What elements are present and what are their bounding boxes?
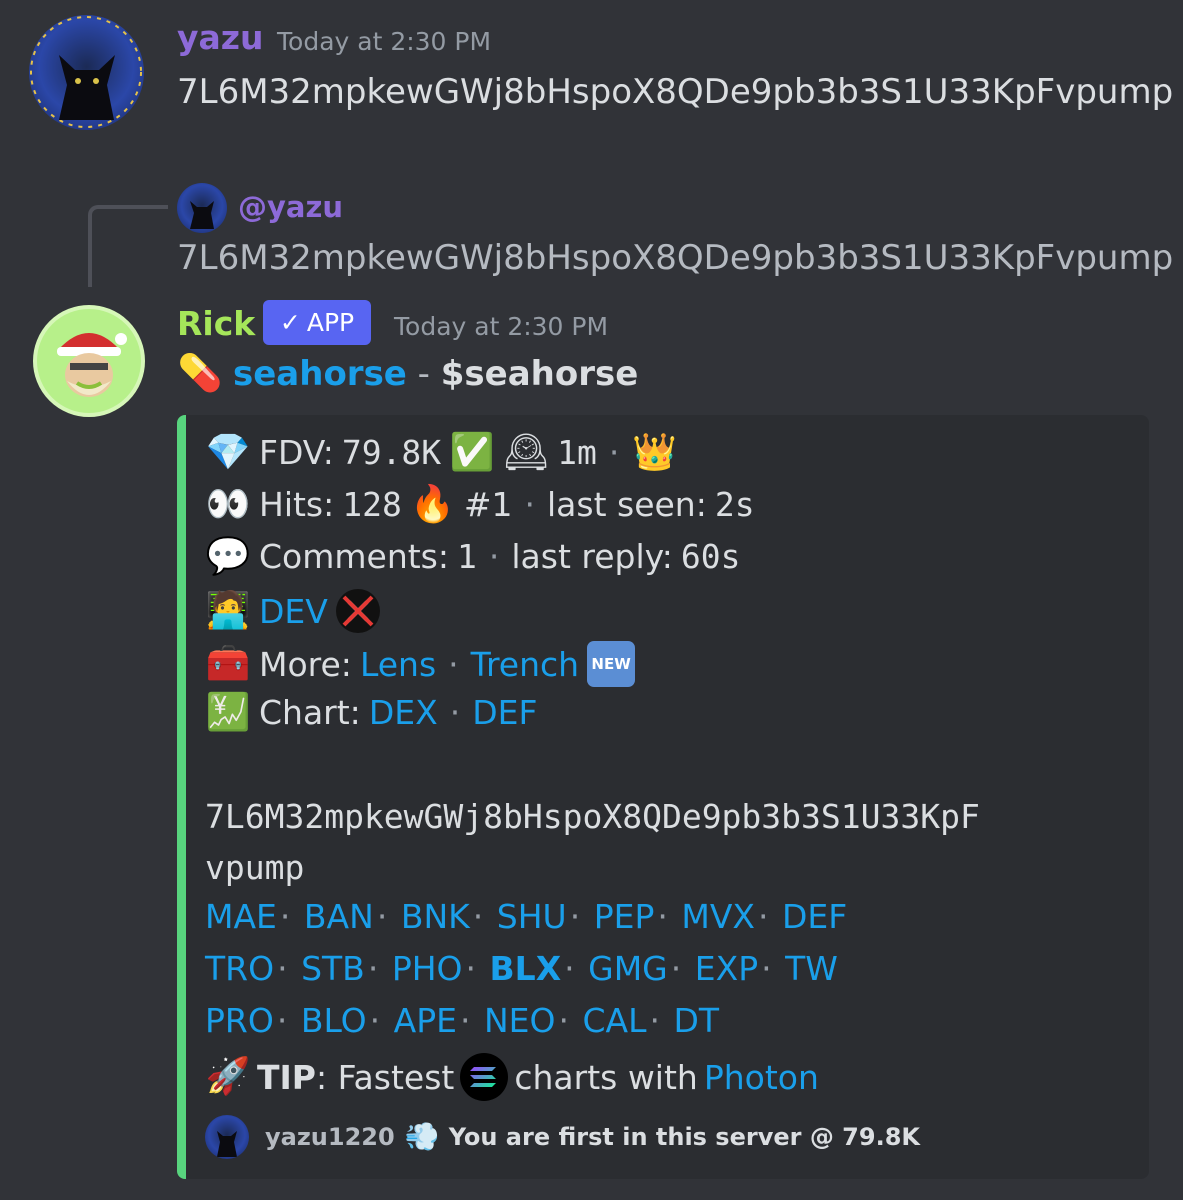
rank-value: #1 [463,485,513,524]
new-badge-icon: NEW [587,641,636,687]
avatar-yazu[interactable] [29,15,144,130]
ticker-link-active[interactable]: BLX [490,949,562,988]
check-mark-icon: ✅ [449,431,495,473]
reply-mention[interactable]: @yazu [238,190,343,224]
message-text: 7L6M32mpkewGWj8bHspoX8QDe9pb3b3S1U33KpFv… [177,72,1174,112]
crown-icon: 👑 [632,431,677,473]
ticker-link[interactable]: BAN [304,897,374,936]
verified-check-icon: ✓ [279,308,301,337]
ticker-link[interactable]: APE [394,1001,457,1040]
ticker-row-2: TRO· STB· PHO· BLX· GMG· EXP· TW [205,949,838,988]
photon-link[interactable]: Photon [704,1058,819,1097]
username-rick[interactable]: Rick [177,304,255,343]
toolbox-icon: 🧰 [205,643,251,684]
token-symbol: $seahorse [440,354,639,394]
rocket-icon: 🚀 [205,1056,251,1097]
footer-avatar [205,1115,249,1159]
age-value: 1m [557,433,597,472]
x-logo-crossed-icon[interactable] [335,589,380,633]
fdv-line: 💎 FDV: 79.8K ✅ 🕰 1m · 👑 [205,431,677,473]
fdv-value: 79.8K [341,433,442,472]
ticker-link[interactable]: BLO [301,1001,367,1040]
footer-text: You are first in this server @ 79.8K [448,1123,920,1151]
ticker-link[interactable]: TW [785,949,838,988]
footer-username: yazu1220 [265,1123,395,1151]
technologist-icon: 🧑‍💻 [205,590,251,631]
ticker-link[interactable]: SHU [497,897,567,936]
token-title: 💊 seahorse - $seahorse [177,353,639,394]
chart-yen-icon: 💹 [205,691,251,733]
embed-accent-bar [177,415,186,1179]
hits-line: 👀 Hits: 128 🔥 #1 · last seen: 2s [205,483,755,525]
token-name-link[interactable]: seahorse [233,354,407,394]
app-badge: ✓ APP [263,300,371,345]
def-link[interactable]: DEF [472,693,537,732]
ticker-link[interactable]: CAL [582,1001,646,1040]
ticker-row-3: PRO· BLO· APE· NEO· CAL· DT [205,1001,720,1040]
ticker-link[interactable]: TRO [205,949,274,988]
reply-text[interactable]: 7L6M32mpkewGWj8bHspoX8QDe9pb3b3S1U33KpFv… [177,238,1173,278]
trench-link[interactable]: Trench [471,645,579,684]
chart-line: 💹 Chart: DEX · DEF [205,691,538,733]
avatar-rick[interactable] [33,305,145,417]
contract-address-line1[interactable]: 7L6M32mpkewGWj8bHspoX8QDe9pb3b3S1U33KpF [205,797,980,836]
ticker-link[interactable]: DEF [782,897,847,936]
ticker-link[interactable]: NEO [484,1001,556,1040]
token-embed: 💎 FDV: 79.8K ✅ 🕰 1m · 👑 👀 Hits: 128 🔥 #1… [177,415,1149,1179]
fire-icon: 🔥 [410,483,456,525]
speech-balloon-icon: 💬 [205,535,251,577]
reply-connector [88,205,168,287]
dex-link[interactable]: DEX [369,693,438,732]
gem-icon: 💎 [205,431,251,473]
ticker-link[interactable]: STB [301,949,365,988]
lens-link[interactable]: Lens [360,645,436,684]
contract-address-line2[interactable]: vpump [205,848,304,887]
reply-avatar[interactable] [177,183,227,233]
ticker-link[interactable]: PEP [594,897,655,936]
ticker-link[interactable]: GMG [588,949,668,988]
ticker-link[interactable]: PRO [205,1001,274,1040]
timestamp: Today at 2:30 PM [394,312,609,341]
comments-line: 💬 Comments: 1 · last reply: 60s [205,535,741,577]
ticker-link[interactable]: MAE [205,897,277,936]
more-line: 🧰 More: Lens · Trench NEW [205,641,636,687]
dev-link[interactable]: DEV [259,592,328,631]
ticker-link[interactable]: PHO [392,949,463,988]
dev-line: 🧑‍💻 DEV [205,589,380,633]
eyes-icon: 👀 [205,483,251,525]
ticker-link[interactable]: EXP [695,949,758,988]
timestamp: Today at 2:30 PM [277,27,492,56]
mantelpiece-clock-icon: 🕰 [503,431,550,473]
ticker-link[interactable]: DT [674,1001,720,1040]
username-yazu[interactable]: yazu [177,18,263,57]
ticker-link[interactable]: MVX [681,897,755,936]
solana-logo-icon [460,1053,509,1101]
dash-icon: 💨 [404,1120,440,1153]
pill-icon: 💊 [177,353,223,394]
embed-footer: yazu1220 💨 You are first in this server … [205,1115,920,1159]
ticker-link[interactable]: BNK [401,897,470,936]
ticker-row-1: MAE· BAN· BNK· SHU· PEP· MVX· DEF [205,897,848,936]
tip-line: 🚀 TIP: Fastest charts with Photon [205,1053,819,1101]
